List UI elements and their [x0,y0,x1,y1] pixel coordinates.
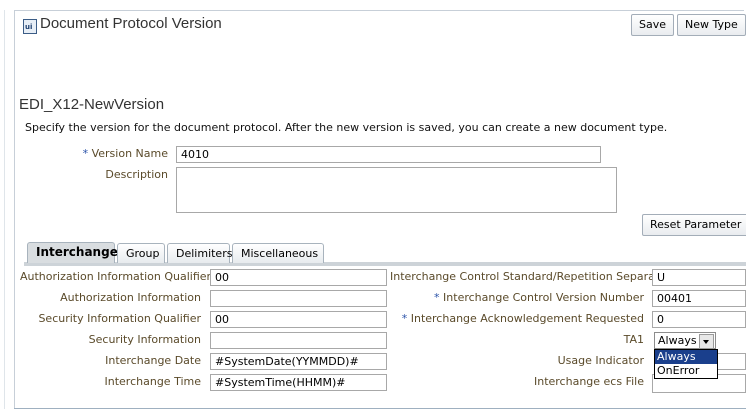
ta1-label: TA1 [623,333,644,346]
version-description-text: Specify the version for the document pro… [25,121,668,134]
new-type-button[interactable]: New Type [677,14,746,36]
auth-info-qualifier-input[interactable]: 00 [210,269,387,286]
interchange-date-input[interactable]: #SystemDate(YYMMDD)# [210,353,387,370]
security-info-input[interactable] [210,332,387,349]
chevron-down-icon[interactable] [699,334,714,349]
ta1-select[interactable]: Always [654,332,716,349]
tab-miscellaneous[interactable]: Miscellaneous [232,243,324,263]
interchange-date-label: Interchange Date [105,354,201,367]
interchange-time-input[interactable]: #SystemTime(HHMM)# [210,374,387,391]
ack-requested-label: * Interchange Acknowledgement Requested [401,312,644,325]
security-info-qualifier-input[interactable]: 00 [210,311,387,328]
left-rule [4,10,5,409]
bottom-rule [14,408,746,409]
interchange-time-label: Interchange Time [104,375,201,388]
control-standard-separator-label: Interchange Control Standard/Repetition … [390,270,671,283]
version-name-input[interactable]: 4010 [176,146,601,163]
required-mark: * [434,291,440,304]
ta1-option-always[interactable]: Always [655,350,717,364]
document-icon: ui [23,19,37,34]
auth-info-qualifier-label: Authorization Information Qualifier [20,270,212,283]
security-info-qualifier-label: Security Information Qualifier [38,312,201,325]
ta1-selected-value: Always [658,334,697,347]
ta1-options-list: Always OnError [654,349,718,379]
ack-requested-input[interactable]: 0 [652,311,746,328]
top-spacer [0,0,746,10]
control-version-number-input[interactable]: 00401 [652,290,746,307]
description-label: Description [105,168,168,181]
ta1-option-onerror[interactable]: OnError [655,364,717,378]
reset-parameter-button[interactable]: Reset Parameter [642,214,746,236]
ecs-file-label: Interchange ecs File [533,375,644,388]
usage-indicator-label: Usage Indicator [557,354,644,367]
security-info-label: Security Information [88,333,201,346]
control-version-number-label: * Interchange Control Version Number [434,291,644,304]
page-title: Document Protocol Version [40,15,222,32]
tab-interchange[interactable]: Interchange [27,242,118,263]
tab-delimiters[interactable]: Delimiters [167,243,232,263]
version-heading: EDI_X12-NewVersion [19,96,165,113]
control-standard-separator-input[interactable]: U [652,269,746,286]
auth-info-input[interactable] [210,290,387,307]
auth-info-label: Authorization Information [60,291,201,304]
version-name-label: * Version Name [82,147,168,160]
required-mark: * [401,312,408,325]
tab-group[interactable]: Group [117,243,165,263]
save-button[interactable]: Save [631,14,675,36]
description-textarea[interactable] [176,167,617,213]
required-mark: * [82,147,89,160]
usage-indicator-input[interactable] [718,353,746,370]
